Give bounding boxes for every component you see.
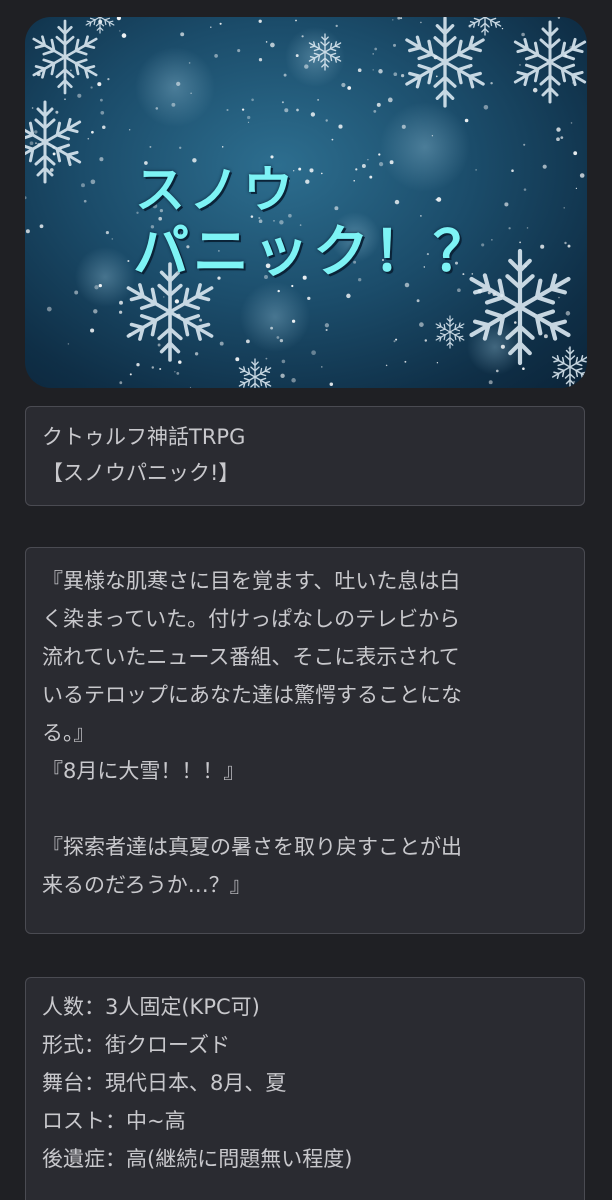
intro-line: 『8月に大雪！！！』 xyxy=(42,759,245,783)
system-name: クトゥルフ神話TRPG xyxy=(42,425,246,449)
aftereffects: 後遺症：高(継続に問題無い程度) xyxy=(42,1147,353,1171)
intro-line: 来るのだろうか…？』 xyxy=(42,873,251,897)
scenario-format: 形式：街クローズド xyxy=(42,1033,230,1057)
intro-blank-line xyxy=(42,790,584,828)
intro-line: いるテロップにあなた達は驚愕することにな xyxy=(42,683,462,707)
intro-line: る。』 xyxy=(42,721,95,745)
lost-rate: ロスト：中~高 xyxy=(42,1109,186,1133)
intro-card: 『異様な肌寒さに目を覚ます、吐いた息は白 く染まっていた。付けっぱなしのテレビか… xyxy=(25,547,585,934)
details-card: 人数：3人固定(KPC可) 形式：街クローズド 舞台：現代日本、8月、夏 ロスト… xyxy=(25,977,585,1200)
hero-title-line1: スノウ xyxy=(135,161,297,219)
scenario-title: 【スノウパニック!】 xyxy=(42,461,240,485)
intro-line: 『異様な肌寒さに目を覚ます、吐いた息は白 xyxy=(42,569,461,593)
summary-card: クトゥルフ神話TRPG 【スノウパニック!】 xyxy=(25,406,585,506)
hero-banner-image: スノウ パニック！？ xyxy=(25,17,587,388)
intro-line: 『探索者達は真夏の暑さを取り戻すことが出 xyxy=(42,835,462,859)
hero-title-line2: パニック！？ xyxy=(133,220,493,285)
intro-line: 流れていたニュース番組、そこに表示されて xyxy=(42,645,460,669)
scenario-setting: 舞台：現代日本、8月、夏 xyxy=(42,1071,287,1095)
intro-line: く染まっていた。付けっぱなしのテレビから xyxy=(42,607,461,631)
snowflake-background xyxy=(25,17,587,388)
player-count: 人数：3人固定(KPC可) xyxy=(42,995,260,1019)
